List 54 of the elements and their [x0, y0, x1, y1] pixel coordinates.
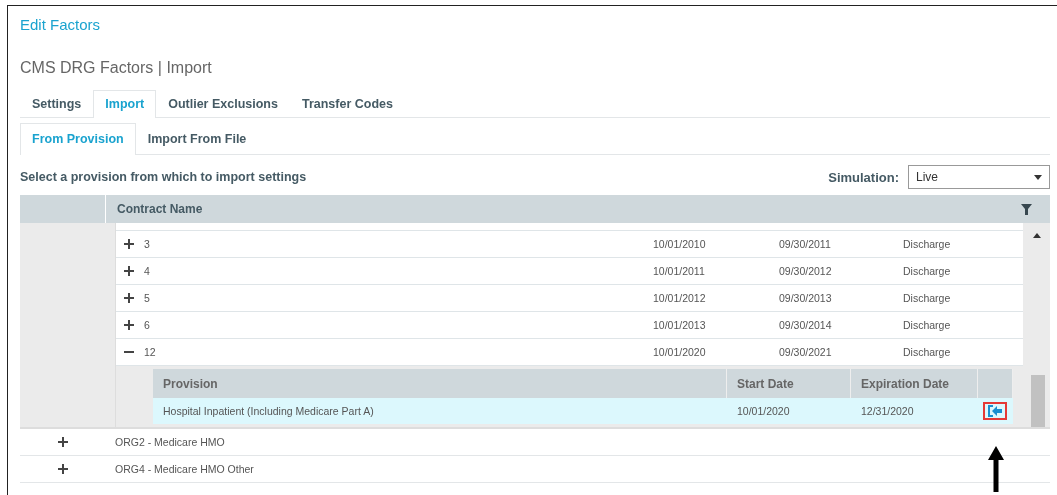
provision-row[interactable]: Hospital Inpatient (Including Medicare Part A) 10/01/2020 12/31/2020 — [153, 398, 1013, 424]
end-date: 09/30/2014 — [779, 319, 833, 331]
start-date: 10/01/2020 — [653, 346, 707, 358]
tab[interactable]: Outlier Exclusions — [156, 90, 290, 117]
expand-icon[interactable] — [124, 266, 134, 276]
basis-text: Discharge — [903, 265, 952, 277]
expiration-date: 12/31/2020 — [860, 405, 915, 417]
group-name: ORG4 - Medicare HMO Other — [115, 463, 254, 475]
tab[interactable]: Settings — [20, 90, 94, 117]
filter-icon[interactable] — [1021, 203, 1032, 215]
basis-text: Discharge — [903, 238, 952, 250]
contract-row[interactable]: 5 10/01/2012 09/30/2013 Discharge — [116, 285, 1023, 312]
basis-text: Discharge — [903, 319, 952, 331]
page-title: Edit Factors — [20, 16, 102, 35]
import-icon — [988, 405, 1002, 417]
start-date: 10/01/2013 — [653, 319, 707, 331]
start-date: 10/01/2020 — [736, 405, 791, 417]
arrow-annotation — [988, 446, 1004, 492]
contract-name: 4 — [144, 265, 151, 277]
scroll-up-icon[interactable] — [1033, 233, 1041, 238]
scroll-thumb[interactable] — [1031, 375, 1045, 427]
expand-icon[interactable] — [58, 437, 68, 447]
simulation-dropdown[interactable]: Live — [908, 165, 1050, 189]
end-date: 09/30/2012 — [779, 265, 833, 277]
start-date: 10/01/2010 — [653, 238, 707, 250]
contract-name: 6 — [144, 319, 151, 331]
contract-row[interactable]: 3 10/01/2010 09/30/2011 Discharge — [116, 231, 1023, 258]
basis-text: Discharge — [903, 346, 952, 358]
page-subtitle: CMS DRG Factors | Import — [20, 59, 213, 78]
column-header[interactable]: Contract Name — [106, 202, 1021, 216]
start-date: 10/01/2012 — [653, 292, 707, 304]
contract-row[interactable]: 6 10/01/2013 09/30/2014 Discharge — [116, 312, 1023, 339]
simulation-label: Simulation: — [828, 169, 899, 185]
end-date: 09/30/2013 — [779, 292, 833, 304]
end-date: 09/30/2011 — [779, 238, 832, 250]
caret-icon — [1034, 174, 1042, 180]
instruction-text: Select a provision from which to import settings — [20, 170, 308, 184]
contract-name: 12 — [144, 346, 157, 358]
end-date: 09/30/2021 — [779, 346, 833, 358]
expand-icon[interactable] — [124, 293, 134, 303]
start-date: 10/01/2011 — [653, 265, 706, 277]
basis-text: Discharge — [903, 292, 952, 304]
provision-name: Hospital Inpatient (Including Medicare Part A) — [162, 405, 375, 417]
tab[interactable]: Transfer Codes — [289, 90, 405, 117]
import-button[interactable] — [983, 402, 1007, 420]
tab[interactable]: Import From File — [135, 123, 259, 154]
group-row[interactable]: ORG2 - Medicare HMO — [20, 429, 1050, 456]
contract-name: 5 — [144, 292, 151, 304]
expand-icon[interactable] — [58, 464, 68, 474]
expand-icon[interactable] — [124, 239, 134, 249]
contract-name: 3 — [144, 238, 151, 250]
expand-icon[interactable] — [124, 320, 134, 330]
contract-row[interactable]: 4 10/01/2011 09/30/2012 Discharge — [116, 258, 1023, 285]
group-name: ORG2 - Medicare HMO — [115, 436, 225, 448]
